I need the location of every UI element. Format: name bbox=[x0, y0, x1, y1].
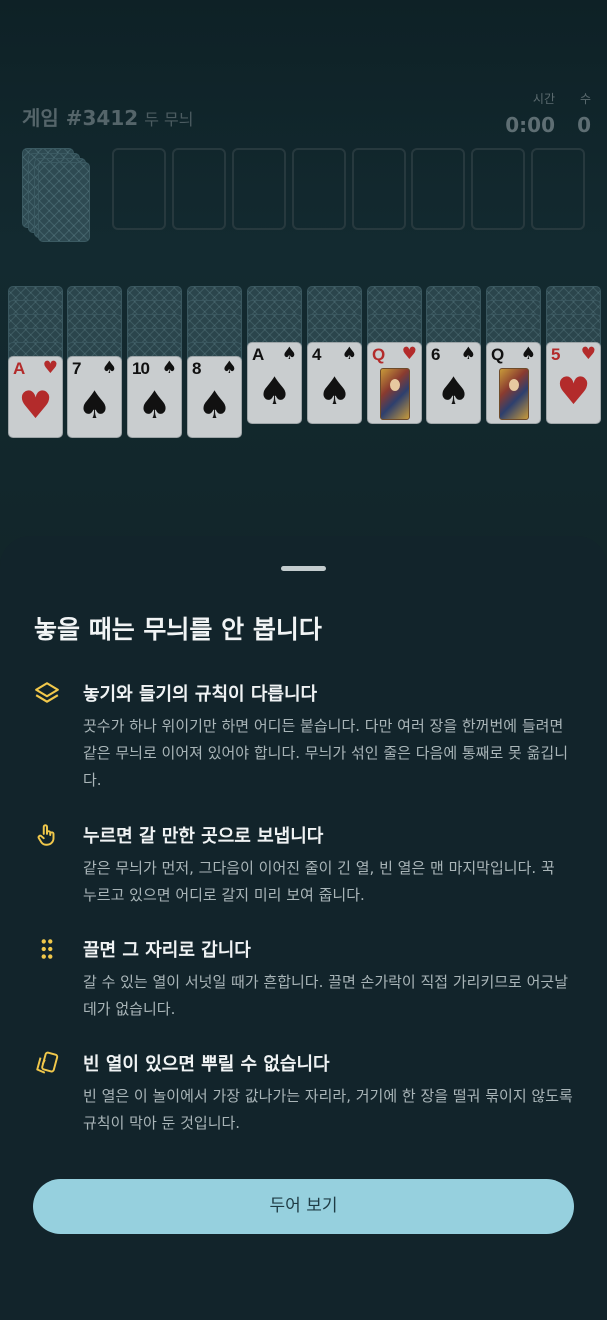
play-button[interactable]: 두어 보기 bbox=[33, 1179, 574, 1234]
tap-icon bbox=[34, 822, 62, 850]
rules-bottom-sheet: 놓을 때는 무늬를 안 봅니다 놓기와 들기의 규칙이 다릅니다 끗수가 하나 … bbox=[0, 536, 607, 1320]
card-rank: 5 bbox=[551, 345, 561, 364]
playing-card[interactable]: A ♥ ♥ bbox=[8, 356, 63, 438]
playing-card[interactable]: 8 ♠ ♠ bbox=[187, 356, 242, 438]
playing-card[interactable]: Q ♥ bbox=[367, 342, 422, 424]
playing-card[interactable]: 5 ♥ ♥ bbox=[546, 342, 601, 424]
playing-card[interactable]: 10 ♠ ♠ bbox=[127, 356, 182, 438]
timer: 시간 0:00 bbox=[505, 90, 555, 137]
sheet-drag-handle[interactable] bbox=[281, 566, 326, 571]
foundation-slot[interactable] bbox=[172, 148, 226, 230]
card-center-suit-icon: ♠ bbox=[197, 383, 232, 427]
timer-label: 시간 bbox=[532, 92, 555, 106]
sheet-title: 놓을 때는 무늬를 안 봅니다 bbox=[34, 615, 322, 644]
card-suit-icon: ♥ bbox=[580, 344, 596, 364]
card-rank: A bbox=[252, 345, 264, 364]
foundation-slot[interactable] bbox=[292, 148, 346, 230]
playing-card[interactable]: 4 ♠ ♠ bbox=[307, 342, 362, 424]
card-suit-icon: ♠ bbox=[101, 358, 117, 378]
layers-icon bbox=[34, 680, 62, 708]
rule-item: 빈 열이 있으면 뿌릴 수 없습니다 빈 열은 이 놀이에서 가장 값나가는 자… bbox=[34, 1050, 573, 1140]
playing-card[interactable]: Q ♠ bbox=[486, 342, 541, 424]
rule-heading: 놓기와 들기의 규칙이 다릅니다 bbox=[83, 684, 318, 705]
timer-value: 0:00 bbox=[505, 113, 555, 137]
card-center-suit-icon: ♠ bbox=[257, 369, 292, 413]
rule-item: 끌면 그 자리로 갑니다 갈 수 있는 열이 서넛일 때가 흔합니다. 끌면 손… bbox=[34, 936, 573, 1026]
foundation-slot[interactable] bbox=[471, 148, 525, 230]
game-title: 게임 #3412 두 무늬 bbox=[22, 106, 194, 130]
queen-face-image bbox=[380, 368, 410, 420]
card-center-suit-icon: ♠ bbox=[77, 383, 112, 427]
card-suit-icon: ♠ bbox=[341, 344, 357, 364]
card-rank: Q bbox=[372, 345, 385, 364]
foundation-slot[interactable] bbox=[411, 148, 465, 230]
playing-card[interactable]: 7 ♠ ♠ bbox=[67, 356, 122, 438]
card-rank: 6 bbox=[431, 345, 441, 364]
foundation-slot[interactable] bbox=[531, 148, 585, 230]
card-suit-icon: ♠ bbox=[221, 358, 237, 378]
rule-heading: 누르면 갈 만한 곳으로 보냅니다 bbox=[83, 826, 324, 847]
card-center-suit-icon: ♠ bbox=[436, 369, 471, 413]
rule-body: 갈 수 있는 열이 서넛일 때가 흔합니다. 끌면 손가락이 직접 가리키므로 … bbox=[83, 973, 569, 1018]
queen-face-image bbox=[499, 368, 529, 420]
playing-card[interactable]: A ♠ ♠ bbox=[247, 342, 302, 424]
card-center-suit-icon: ♠ bbox=[317, 369, 352, 413]
cards-icon bbox=[34, 1050, 62, 1078]
card-suit-icon: ♠ bbox=[460, 344, 476, 364]
foundation-slot[interactable] bbox=[232, 148, 286, 230]
card-rank: 4 bbox=[312, 345, 322, 364]
rule-item: 놓기와 들기의 규칙이 다릅니다 끗수가 하나 위이기만 하면 어디든 붙습니다… bbox=[34, 680, 573, 790]
foundation-slot[interactable] bbox=[352, 148, 406, 230]
rule-heading: 빈 열이 있으면 뿌릴 수 없습니다 bbox=[83, 1054, 330, 1075]
foundation-slot[interactable] bbox=[112, 148, 166, 230]
rule-heading: 끌면 그 자리로 갑니다 bbox=[83, 940, 251, 961]
card-center-suit-icon: ♥ bbox=[18, 383, 53, 427]
card-center-suit-icon: ♥ bbox=[556, 369, 591, 413]
card-suit-icon: ♠ bbox=[161, 358, 177, 378]
rule-body: 빈 열은 이 놀이에서 가장 값나가는 자리라, 거기에 한 장을 떨궈 묶이지… bbox=[83, 1087, 573, 1132]
rule-body: 끗수가 하나 위이기만 하면 어디든 붙습니다. 다만 여러 장을 한꺼번에 들… bbox=[83, 717, 569, 789]
stock-pile[interactable] bbox=[22, 148, 90, 242]
card-suit-icon: ♠ bbox=[520, 344, 536, 364]
moves-label: 수 bbox=[579, 92, 591, 106]
card-suit-icon: ♠ bbox=[281, 344, 297, 364]
stock-card-back[interactable] bbox=[38, 162, 90, 242]
card-suit-icon: ♥ bbox=[401, 344, 417, 364]
game-mode: 두 무늬 bbox=[144, 110, 194, 129]
card-center-suit-icon: ♠ bbox=[137, 383, 172, 427]
card-rank: A bbox=[13, 359, 25, 378]
card-suit-icon: ♥ bbox=[42, 358, 58, 378]
card-rank: 7 bbox=[72, 359, 82, 378]
rule-item: 누르면 갈 만한 곳으로 보냅니다 같은 무늬가 먼저, 그다음이 이어진 줄이… bbox=[34, 822, 573, 912]
card-rank: Q bbox=[491, 345, 504, 364]
drag-handle-icon bbox=[34, 936, 62, 964]
card-rank: 10 bbox=[132, 359, 150, 378]
moves-value: 0 bbox=[577, 113, 591, 137]
move-counter: 수 0 bbox=[577, 90, 591, 137]
rule-body: 같은 무늬가 먼저, 그다음이 이어진 줄이 긴 열, 빈 열은 맨 마지막입니… bbox=[83, 859, 555, 904]
playing-card[interactable]: 6 ♠ ♠ bbox=[426, 342, 481, 424]
card-rank: 8 bbox=[192, 359, 202, 378]
status-bar: 게임 #3412 두 무늬 시간 0:00 수 0 bbox=[22, 90, 591, 140]
